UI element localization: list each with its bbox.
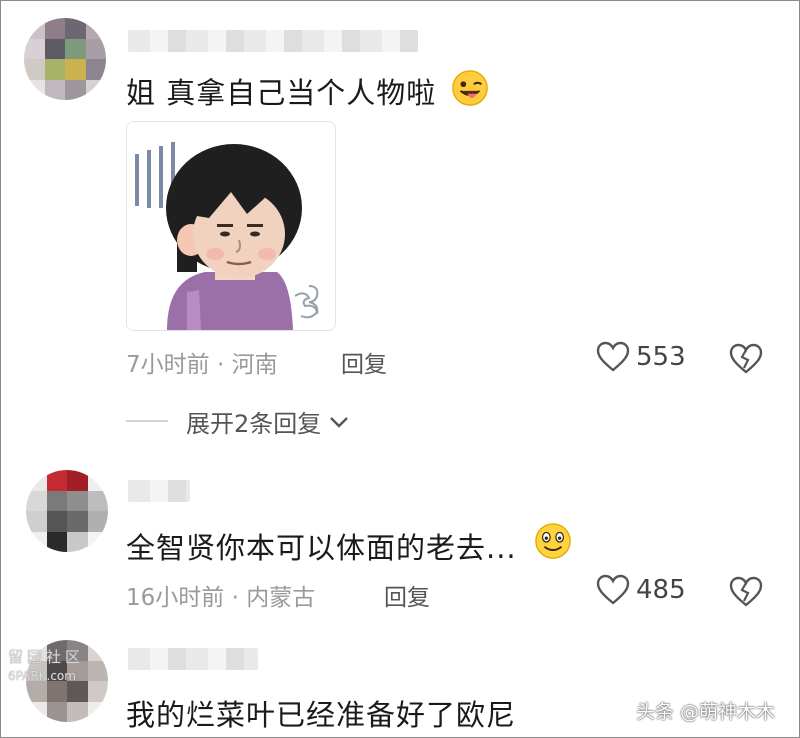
author-watermark: 头条 @萌神木木 [636,701,776,723]
site-watermark: 留园社区 6PARK.com [8,646,96,683]
reply-button[interactable]: 回复 [384,578,430,612]
expand-replies-button[interactable]: 展开2条回复 [186,404,349,439]
watermark-url: 6PARK.com [8,669,76,683]
smiling-emoji [535,523,571,559]
comment-meta: 7小时前 · 河南 [126,352,278,378]
avatar[interactable] [24,18,106,100]
chevron-down-icon [330,416,349,428]
heart-outline-icon [596,341,630,372]
username-blurred[interactable] [128,648,258,670]
like-count: 553 [636,342,686,372]
reply-button[interactable]: 回复 [341,345,387,379]
comment-text: 我的烂菜叶已经准备好了欧尼 [126,698,517,732]
broken-heart-icon[interactable] [729,576,763,608]
expand-replies-label: 展开2条回复 [186,410,322,438]
username-blurred[interactable] [128,30,418,52]
heart-outline-icon [596,574,630,605]
sticker-image[interactable] [126,121,336,331]
username-blurred[interactable] [128,480,190,502]
like-button[interactable]: 485 [596,574,686,606]
expand-divider [126,420,168,422]
comment-text: 姐 真拿自己当个人物啦 [126,76,437,110]
like-count: 485 [636,575,686,605]
comment-meta: 16小时前 · 内蒙古 [126,585,316,611]
sticker-illustration [127,122,335,330]
watermark-name: 留园社区 [8,648,85,666]
winking-tongue-emoji [452,70,488,106]
broken-heart-icon[interactable] [729,343,763,375]
like-button[interactable]: 553 [596,341,686,373]
avatar[interactable] [26,470,108,552]
comment-text: 全智贤你本可以体面的老去... [126,531,517,565]
